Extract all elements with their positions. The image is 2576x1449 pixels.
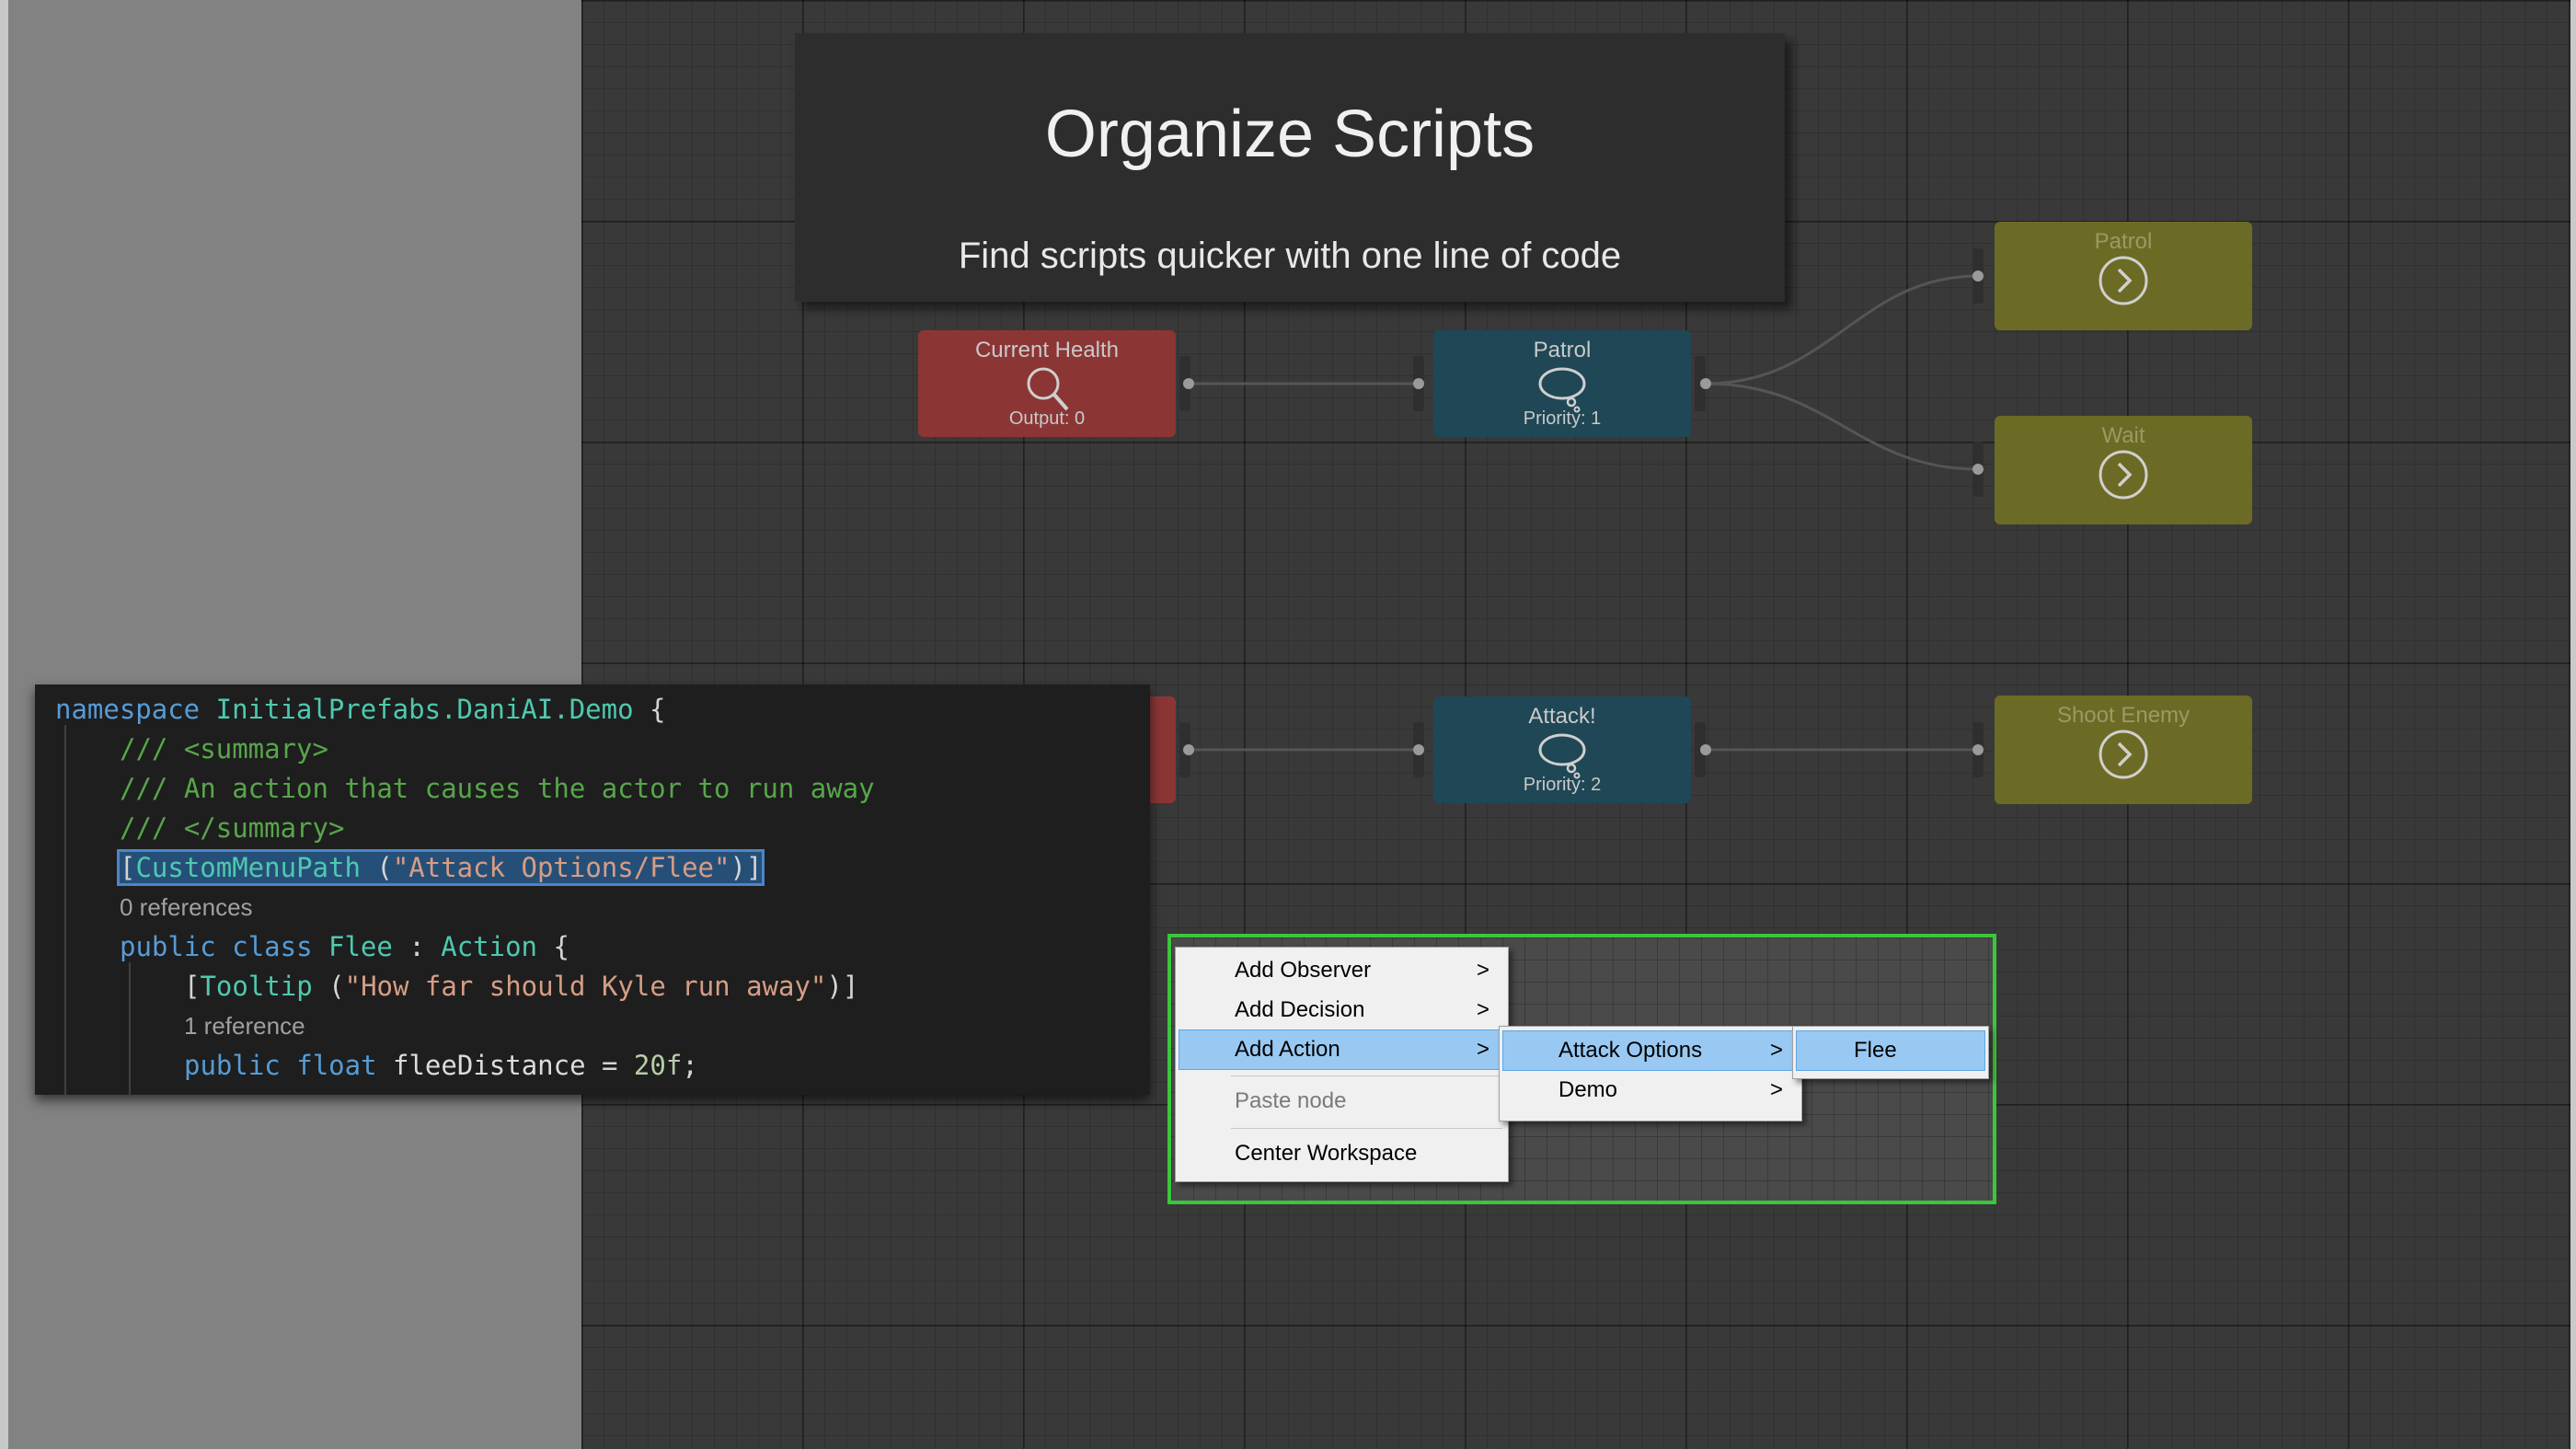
node-patrol-decision[interactable]: Patrol Priority: 1: [1433, 330, 1691, 437]
menu-item-add-observer[interactable]: Add Observer >: [1179, 951, 1504, 990]
port-dot[interactable]: [1413, 744, 1424, 755]
node-priority: Priority: 2: [1523, 775, 1602, 795]
title-card-subtitle: Find scripts quicker with one line of co…: [958, 236, 1622, 276]
code-line: namespace InitialPrefabs.DaniAI.Demo {: [55, 694, 666, 725]
port-dot[interactable]: [1972, 270, 1984, 282]
title-card: Organize Scripts Find scripts quicker wi…: [795, 33, 1785, 302]
menu-item-paste-node[interactable]: Paste node: [1179, 1082, 1504, 1121]
chevron-right-icon: >: [1476, 1037, 1489, 1062]
code-line: /// <summary>: [120, 733, 328, 765]
menu-separator: [1231, 1128, 1502, 1129]
code-line: [Tooltip ("How far should Kyle run away"…: [184, 971, 859, 1002]
node-title: Current Health: [974, 338, 1120, 362]
reference-count[interactable]: 1 reference: [184, 1006, 305, 1046]
code-line: /// An action that causes the actor to r…: [120, 773, 875, 804]
port-dot[interactable]: [1972, 744, 1984, 755]
chevron-right-icon: >: [1476, 958, 1489, 983]
node-shoot-enemy-action[interactable]: Shoot Enemy: [1995, 696, 2252, 804]
node-wait-action[interactable]: Wait: [1995, 416, 2252, 524]
menu-item-demo[interactable]: Demo >: [1503, 1071, 1798, 1110]
code-line: /// </summary>: [120, 812, 345, 844]
port-dot[interactable]: [1413, 378, 1424, 389]
code-line-custom-menu-path: [CustomMenuPath ("Attack Options/Flee")]: [116, 848, 765, 888]
reference-count[interactable]: 0 references: [120, 888, 253, 927]
node-title: Attack!: [1528, 704, 1596, 729]
indent-guide: [129, 962, 131, 1095]
menu-item-add-decision[interactable]: Add Decision >: [1179, 991, 1504, 1029]
node-attack-decision[interactable]: Attack! Priority: 2: [1433, 696, 1691, 803]
arrow-circle-icon: [2099, 450, 2148, 500]
menu-separator: [1231, 1075, 1502, 1076]
node-output: Output: 0: [1008, 408, 1086, 429]
node-patrol-action[interactable]: Patrol: [1995, 222, 2252, 330]
attribute-highlight: [CustomMenuPath ("Attack Options/Flee")]: [116, 849, 765, 886]
menu-item-attack-options[interactable]: Attack Options >: [1502, 1030, 1799, 1071]
menu-item-add-action[interactable]: Add Action >: [1179, 1029, 1505, 1070]
context-menu: Add Observer > Add Decision > Add Action > …: [1175, 947, 1509, 1182]
port-dot[interactable]: [1700, 378, 1711, 389]
port-dot[interactable]: [1183, 744, 1194, 755]
node-title: Patrol: [2094, 229, 2153, 254]
add-action-submenu: Attack Options > Demo >: [1499, 1026, 1802, 1121]
code-line: public class Flee : Action {: [120, 931, 569, 962]
node-title: Wait: [2101, 423, 2145, 448]
indent-guide: [64, 725, 66, 1095]
code-snippet-panel: namespace InitialPrefabs.DaniAI.Demo { /…: [35, 684, 1150, 1095]
arrow-circle-icon: [2099, 730, 2148, 779]
port-dot[interactable]: [1972, 464, 1984, 475]
code-line: public float fleeDistance = 20f;: [184, 1050, 698, 1081]
node-title: Shoot Enemy: [2056, 703, 2191, 728]
attack-options-submenu: Flee: [1792, 1026, 1989, 1079]
chevron-right-icon: >: [1476, 997, 1489, 1022]
title-card-heading: Organize Scripts: [1044, 98, 1535, 171]
menu-item-center-workspace[interactable]: Center Workspace: [1179, 1134, 1504, 1173]
node-current-health[interactable]: Current Health Output: 0: [918, 330, 1176, 437]
node-priority: Priority: 1: [1523, 408, 1602, 429]
menu-item-flee[interactable]: Flee: [1796, 1030, 1985, 1071]
arrow-circle-icon: [2099, 256, 2148, 305]
port-dot[interactable]: [1183, 378, 1194, 389]
chevron-right-icon: >: [1769, 1038, 1783, 1063]
chevron-right-icon: >: [1769, 1077, 1783, 1102]
node-title: Patrol: [1533, 338, 1592, 362]
port-dot[interactable]: [1700, 744, 1711, 755]
